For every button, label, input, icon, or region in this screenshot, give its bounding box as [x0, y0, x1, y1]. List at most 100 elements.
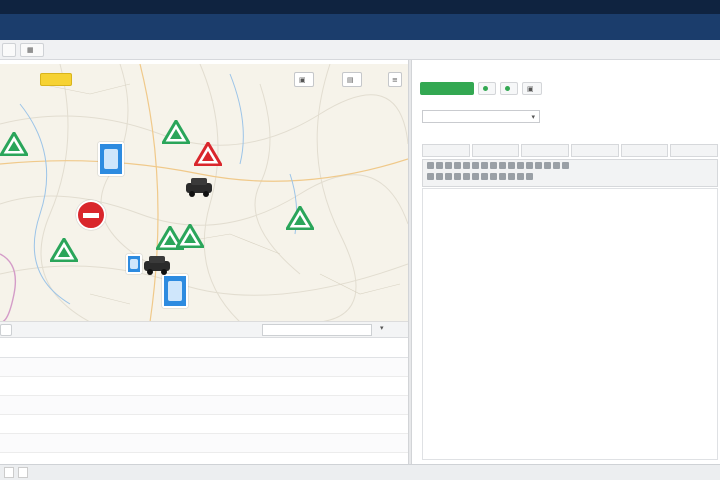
row-status [298, 377, 378, 395]
status-dot-icon [483, 86, 488, 91]
warning-triangle-icon[interactable] [0, 132, 28, 156]
row-num [382, 358, 406, 376]
panel-actions: ▣ [420, 82, 542, 96]
align-left-icon[interactable] [463, 162, 470, 169]
column-header-date[interactable] [216, 340, 296, 357]
editor-tab[interactable] [471, 144, 520, 157]
grid-toolbar-controls[interactable]: ▾ [380, 324, 404, 336]
status-item-2[interactable] [18, 467, 28, 478]
table-row[interactable] [0, 415, 408, 434]
editor-tab[interactable] [670, 144, 719, 157]
table-row[interactable] [0, 377, 408, 396]
italic-icon[interactable] [436, 162, 443, 169]
outdent-icon[interactable] [517, 162, 524, 169]
top-menu-bar [0, 0, 720, 14]
map-layers-button[interactable]: ▤ [342, 72, 362, 87]
map-menu-button[interactable]: ≡ [388, 72, 402, 87]
column-header-status[interactable] [298, 340, 378, 357]
table-icon[interactable] [544, 162, 551, 169]
editor-tab[interactable] [521, 144, 570, 157]
tab-2[interactable]: ▦ [20, 42, 44, 57]
table-row[interactable] [0, 396, 408, 415]
warning-triangle-icon[interactable] [286, 206, 314, 230]
bold-icon[interactable] [427, 162, 434, 169]
strike-icon[interactable] [454, 162, 461, 169]
row-status [298, 434, 378, 452]
row-status [298, 358, 378, 376]
row-status [298, 415, 378, 433]
row-date [216, 434, 296, 452]
map-view[interactable]: ▣ ▤ ≡ [0, 64, 408, 322]
superscript-icon[interactable] [472, 173, 479, 180]
car-icon[interactable] [142, 254, 172, 276]
header-banner [0, 14, 720, 40]
save-button[interactable] [420, 82, 474, 95]
car-icon[interactable] [184, 176, 214, 198]
link-icon[interactable] [526, 162, 533, 169]
clear-format-icon[interactable] [499, 173, 506, 180]
panel-action-1[interactable] [478, 82, 496, 95]
table-row[interactable] [0, 434, 408, 453]
align-center-icon[interactable] [472, 162, 479, 169]
info-sign-icon[interactable] [126, 254, 142, 274]
map-badge [40, 73, 72, 86]
quote-icon[interactable] [481, 173, 488, 180]
numbered-list-icon[interactable] [499, 162, 506, 169]
grid-toolbar-button[interactable] [0, 323, 12, 336]
tab-strip: ▦ [0, 40, 720, 60]
warning-triangle-icon[interactable] [162, 120, 190, 144]
panel-action-2[interactable] [500, 82, 518, 95]
editor-tab[interactable] [620, 144, 669, 157]
table-row[interactable] [0, 358, 408, 377]
redo-icon[interactable] [562, 162, 569, 169]
row-status [298, 396, 378, 414]
list-icon[interactable] [490, 162, 497, 169]
row-num [382, 434, 406, 452]
grid-filter-select[interactable] [262, 324, 372, 336]
info-sign-icon[interactable] [98, 142, 124, 176]
panel-splitter[interactable] [408, 60, 412, 464]
column-header-request[interactable] [38, 340, 213, 357]
row-date [216, 396, 296, 414]
undo-icon[interactable] [553, 162, 560, 169]
column-header-num[interactable] [382, 340, 406, 357]
find-icon[interactable] [526, 173, 533, 180]
print-icon: ▣ [527, 84, 534, 93]
source-icon[interactable] [508, 173, 515, 180]
dropdown-caret-icon: ▾ [531, 113, 535, 121]
highlight-icon[interactable] [454, 173, 461, 180]
align-right-icon[interactable] [481, 162, 488, 169]
status-dot-icon [505, 86, 510, 91]
map-print-button[interactable]: ▣ [294, 72, 314, 87]
row-date [216, 377, 296, 395]
warning-triangle-icon[interactable] [194, 142, 222, 166]
no-entry-icon[interactable] [76, 200, 106, 230]
image-icon[interactable] [535, 162, 542, 169]
row-num [382, 377, 406, 395]
print-icon: ▣ [299, 75, 306, 84]
editor-tab[interactable] [571, 144, 619, 157]
detail-panel: ▣ ▾ [414, 60, 720, 464]
panel-action-3[interactable]: ▣ [522, 82, 542, 95]
layers-icon: ▤ [347, 75, 354, 84]
info-sign-icon[interactable] [162, 274, 188, 308]
editor-toolbar [422, 159, 718, 187]
underline-icon[interactable] [445, 162, 452, 169]
row-date [216, 415, 296, 433]
status-item-1[interactable] [4, 467, 14, 478]
editor-tab[interactable] [422, 144, 470, 157]
indent-icon[interactable] [508, 162, 515, 169]
tab-1[interactable] [2, 42, 16, 57]
menu-icon: ≡ [392, 75, 398, 84]
code-icon[interactable] [490, 173, 497, 180]
subscript-icon[interactable] [463, 173, 470, 180]
size-icon[interactable] [436, 173, 443, 180]
color-icon[interactable] [445, 173, 452, 180]
table-header [0, 340, 408, 358]
fullscreen-icon[interactable] [517, 173, 524, 180]
editor-textarea[interactable] [422, 188, 718, 460]
font-icon[interactable] [427, 173, 434, 180]
warning-triangle-icon[interactable] [50, 238, 78, 262]
type-select[interactable]: ▾ [422, 110, 540, 123]
warning-triangle-icon[interactable] [176, 224, 204, 248]
